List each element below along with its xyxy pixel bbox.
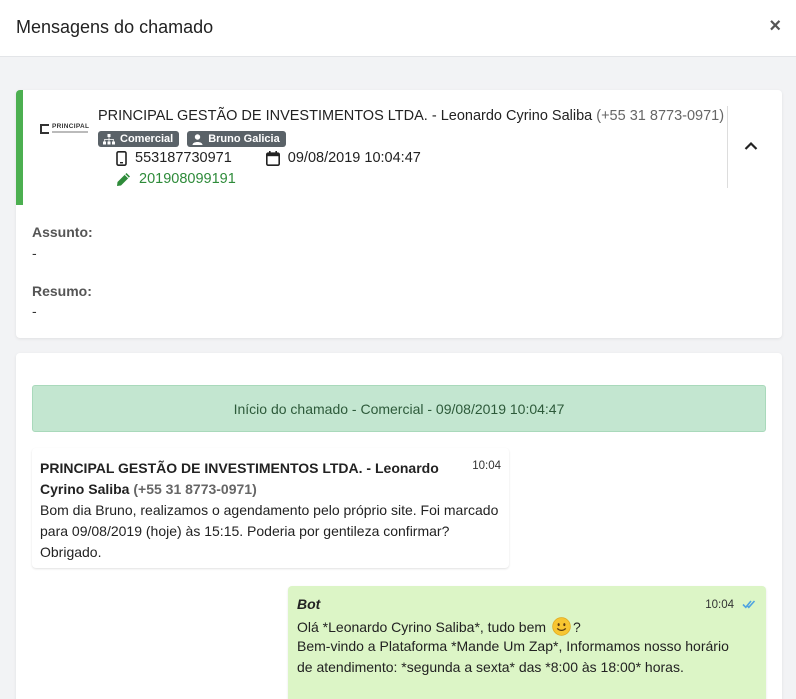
close-button[interactable]: × <box>769 16 781 36</box>
message-time: 10:04 <box>705 599 734 611</box>
vertical-divider <box>727 106 728 188</box>
message-sender: Bot <box>297 596 321 612</box>
message-line-3: de atendimento: *segunda a sexta* das *8… <box>297 659 684 675</box>
status-accent-bar <box>16 90 23 205</box>
message-time: 10:04 <box>472 460 501 472</box>
mobile-phone-icon <box>116 150 127 166</box>
message-sender: PRINCIPAL GESTÃO DE INVESTIMENTOS LTDA. … <box>40 458 460 500</box>
department-tag-label: Comercial <box>120 133 174 145</box>
resumo-label: Resumo: <box>32 283 92 299</box>
ticket-start-banner: Início do chamado - Comercial - 09/08/20… <box>32 385 766 432</box>
calendar-icon <box>265 150 280 166</box>
message-text: Bom dia Bruno, realizamos o agendamento … <box>40 502 499 560</box>
ticket-tags: Comercial Bruno Galicia <box>98 131 286 147</box>
phone-number: 553187730971 <box>135 150 232 166</box>
modal-header: Mensagens do chamado × <box>0 0 796 57</box>
collapse-button[interactable] <box>744 138 764 154</box>
agent-tag: Bruno Galicia <box>187 131 286 147</box>
assunto-label: Assunto: <box>32 224 93 240</box>
company-logo: PRINCIPAL <box>40 122 92 140</box>
date-info: 09/08/2019 10:04:47 <box>265 150 421 166</box>
message-line-2: Bem-vindo a Plataforma *Mande Um Zap*, I… <box>297 638 729 654</box>
department-tag: Comercial <box>98 131 180 147</box>
phone-info: 553187730971 <box>116 150 232 166</box>
sitemap-icon <box>103 133 115 144</box>
ticket-card: PRINCIPAL PRINCIPAL GESTÃO DE INVESTIMEN… <box>16 90 782 338</box>
contact-phone: (+55 31 8773-0971) <box>596 108 725 124</box>
smiley-emoji-icon <box>552 617 571 636</box>
outgoing-message: Bot 10:04 Olá *Leonardo Cyrino Saliba*, … <box>288 586 766 699</box>
modal-title: Mensagens do chamado <box>16 17 214 37</box>
ticket-date: 09/08/2019 10:04:47 <box>287 150 421 166</box>
contact-name-text: PRINCIPAL GESTÃO DE INVESTIMENTOS LTDA. … <box>98 108 593 124</box>
assunto-value: - <box>32 245 37 261</box>
chevron-up-icon <box>744 141 758 150</box>
pen-icon <box>117 172 130 186</box>
agent-tag-label: Bruno Galicia <box>208 133 280 145</box>
contact-name: PRINCIPAL GESTÃO DE INVESTIMENTOS LTDA. … <box>98 108 724 124</box>
message-sender-phone: (+55 31 8773-0971) <box>133 481 257 497</box>
resumo-value: - <box>32 303 37 319</box>
protocol-info: 201908099191 <box>116 171 236 187</box>
message-line-1-end: ? <box>572 619 581 635</box>
incoming-message: PRINCIPAL GESTÃO DE INVESTIMENTOS LTDA. … <box>32 448 509 568</box>
ticket-meta: 553187730971 09/08/2019 10:04:47 <box>116 150 421 166</box>
message-line-1: Olá *Leonardo Cyrino Saliba*, tudo bem ? <box>297 617 581 636</box>
message-thread[interactable]: Início do chamado - Comercial - 09/08/20… <box>16 353 782 699</box>
message-line-1-text: Olá *Leonardo Cyrino Saliba*, tudo bem <box>297 619 547 635</box>
protocol-number: 201908099191 <box>139 171 236 187</box>
double-check-icon <box>742 600 756 609</box>
user-icon <box>192 133 203 145</box>
